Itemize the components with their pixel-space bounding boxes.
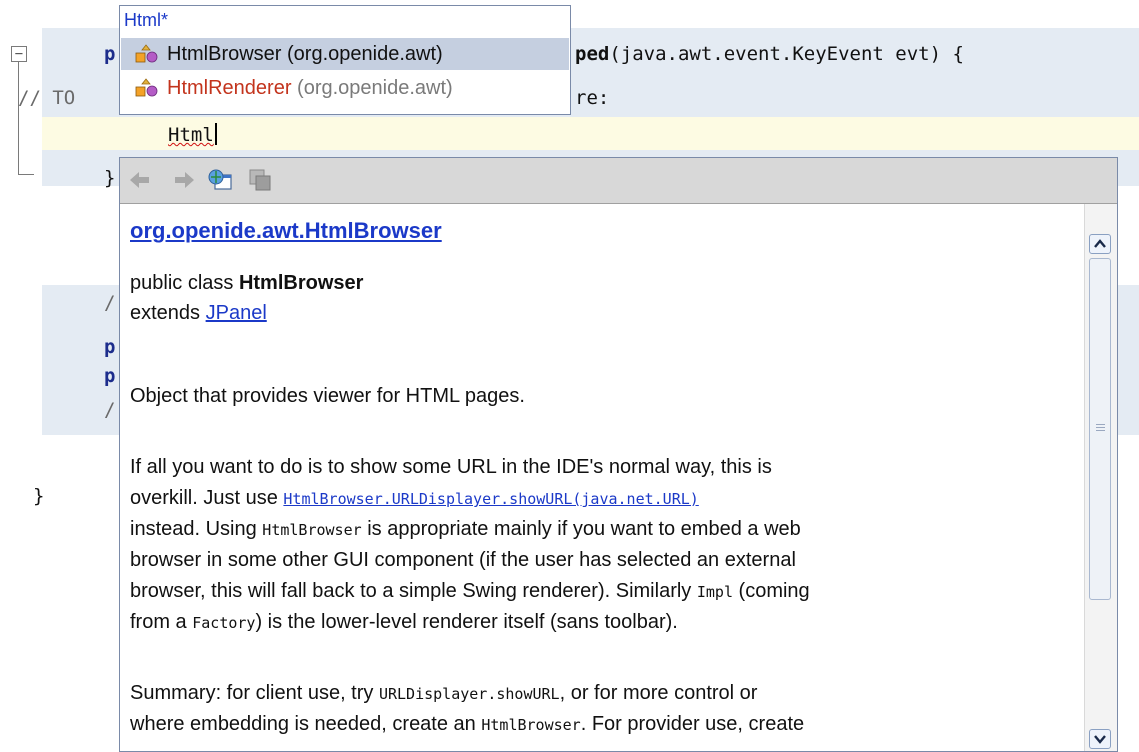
typed-identifier: Html (168, 124, 214, 146)
code-line-comment: // TO (18, 87, 76, 109)
code-fragment-p-1: p (104, 336, 116, 358)
completion-item-htmlbrowser[interactable]: HtmlBrowser (org.openide.awt) (121, 38, 569, 70)
description-line-4: browser in some other GUI component (if … (130, 549, 796, 571)
fold-collapse-icon[interactable]: − (11, 46, 27, 62)
code-line-class-brace: } (33, 485, 45, 507)
fold-guide-end (18, 174, 34, 175)
description-line-2: overkill. Just use HtmlBrowser.URLDispla… (130, 487, 699, 509)
code-line-brace: } (104, 167, 116, 189)
code-line-comment-tail: re: (575, 87, 610, 109)
extends-line: extends JPanel (130, 302, 267, 324)
description-line-5: browser, this will fall back to a simple… (130, 580, 810, 602)
chevron-down-icon (1094, 735, 1106, 744)
completion-filter: Html* (124, 10, 168, 30)
goto-source-icon[interactable] (246, 166, 274, 194)
scroll-down-button[interactable] (1089, 729, 1111, 749)
completion-item-package: (org.openide.awt) (287, 43, 443, 65)
jpanel-link[interactable]: JPanel (206, 302, 267, 324)
summary-text: Object that provides viewer for HTML pag… (130, 385, 525, 407)
code-fragment-p-2: p (104, 365, 116, 387)
chevron-up-icon (1094, 239, 1106, 248)
open-in-browser-icon[interactable] (206, 166, 234, 194)
completion-item-name: HtmlBrowser (167, 43, 282, 65)
class-icon (135, 78, 158, 97)
javadoc-scrollbar[interactable] (1084, 204, 1117, 751)
scroll-thumb[interactable] (1089, 258, 1111, 600)
javadoc-popup[interactable]: org.openide.awt.HtmlBrowser public class… (119, 157, 1118, 752)
code-completion-popup[interactable]: Html* HtmlBrowser (org.openide.awt) Html… (119, 5, 571, 115)
completion-item-htmlrenderer[interactable]: HtmlRenderer (org.openide.awt) (121, 72, 569, 104)
javadoc-toolbar (120, 158, 1117, 204)
javadoc-content: org.openide.awt.HtmlBrowser public class… (120, 204, 1085, 751)
code-line-method-tail: ped(java.awt.event.KeyEvent evt) { (575, 43, 964, 65)
scroll-up-button[interactable] (1089, 234, 1111, 254)
javadoc-title-link[interactable]: org.openide.awt.HtmlBrowser (130, 216, 442, 246)
thumb-grip (1096, 424, 1105, 425)
code-line-typed[interactable]: Html (168, 123, 217, 146)
description-line-1: If all you want to do is to show some UR… (130, 456, 772, 478)
code-fragment-slash-1: / (104, 292, 116, 314)
back-arrow-icon[interactable] (126, 166, 154, 194)
showurl-link[interactable]: HtmlBrowser.URLDisplayer.showURL(java.ne… (283, 490, 698, 508)
forward-arrow-icon[interactable] (170, 166, 198, 194)
description-line-6: from a Factory) is the lower-level rende… (130, 611, 678, 633)
completion-item-package: (org.openide.awt) (297, 77, 453, 99)
summary-line-2: where embedding is needed, create an Htm… (130, 713, 805, 735)
code-line-method: p (104, 43, 116, 65)
code-fragment-slash-2: / (104, 399, 116, 421)
summary-line-1: Summary: for client use, try URLDisplaye… (130, 682, 758, 704)
class-declaration: public class HtmlBrowser (130, 272, 364, 294)
class-icon (135, 44, 158, 63)
text-caret (214, 123, 217, 145)
completion-item-name: HtmlRenderer (167, 77, 292, 99)
description-line-3: instead. Using HtmlBrowser is appropriat… (130, 518, 801, 540)
fold-guide (18, 62, 19, 175)
